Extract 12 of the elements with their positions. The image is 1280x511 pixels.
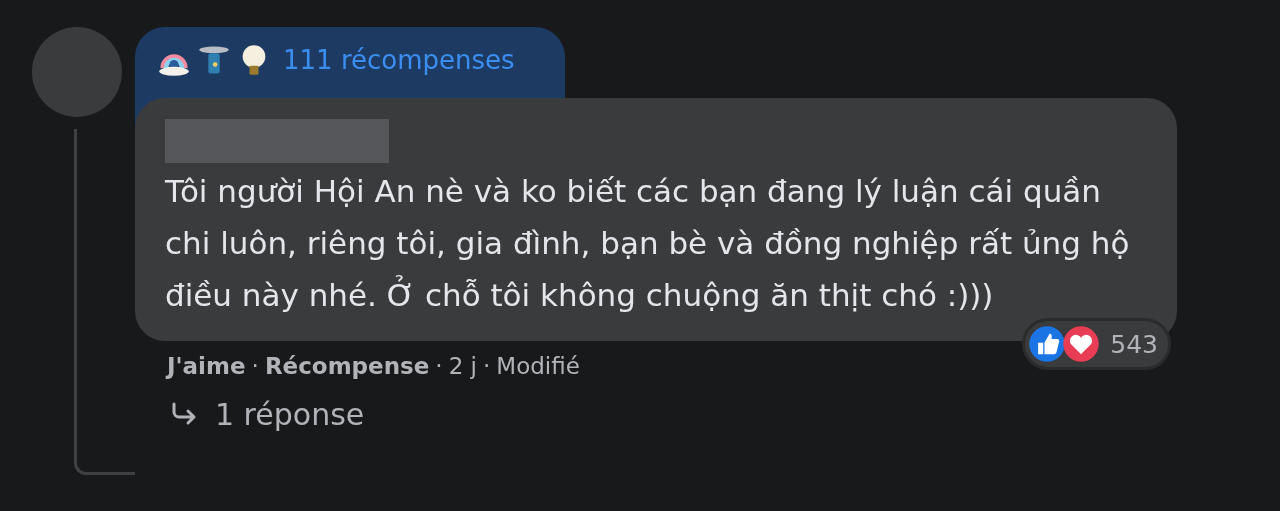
separator: ·	[251, 353, 259, 379]
meta-text: Modifié	[496, 353, 580, 379]
separator: ·	[483, 353, 491, 379]
action-link[interactable]: J'aime	[167, 353, 246, 379]
meta-text: 2 j	[448, 353, 477, 379]
separator: ·	[435, 353, 443, 379]
replies-link[interactable]: 1 réponse	[167, 397, 365, 432]
action-link[interactable]: Récompense	[264, 353, 430, 379]
like-icon	[1028, 325, 1067, 363]
reaction-count: 543	[1110, 329, 1158, 359]
comment-text: Tôi người Hội An nè và ko biết các bạn đang lý luận cái quần chi luôn, riêng tôi, gia đình, bạn bè và đồng nghiệp rất ủng hộ điều này nhé. Ở chỗ tôi không chuộng ăn thịt chó :)))	[165, 172, 1131, 315]
reaction-summary[interactable]: 543	[1022, 318, 1171, 370]
